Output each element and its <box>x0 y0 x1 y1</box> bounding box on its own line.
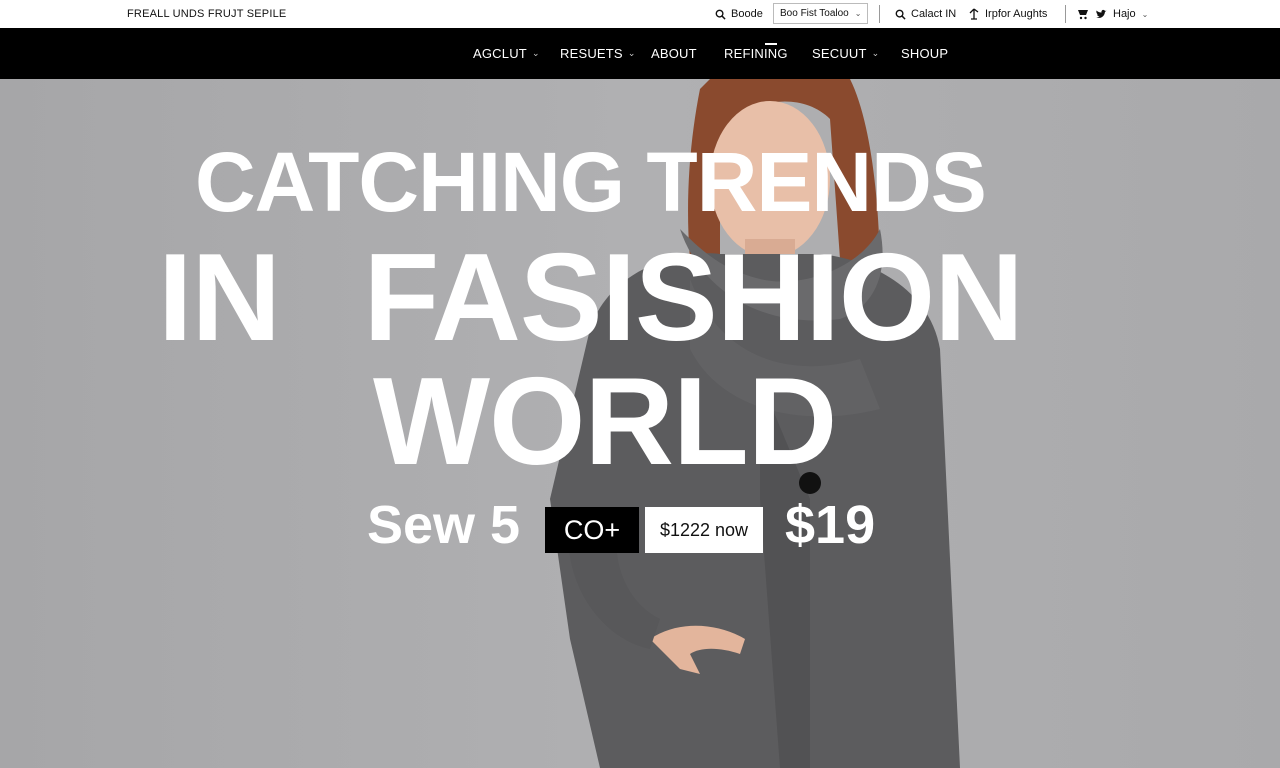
nav-item-about[interactable]: ABOUT <box>651 28 697 79</box>
utility-bar: FREALL UNDS FRUJT SEPILE Boode Boo Fist … <box>0 0 1280 28</box>
twitter-icon <box>1095 9 1107 20</box>
search-link[interactable]: Boode <box>715 0 763 28</box>
chevron-down-icon: ⌄ <box>854 9 862 18</box>
broadcast-icon <box>968 8 980 20</box>
main-nav: AGCLUT ⌄ RESUETS ⌄ ABOUT REFINING SECUUT… <box>0 28 1280 79</box>
nav-item-refining[interactable]: REFINING <box>724 28 788 79</box>
contact-link[interactable]: Calact IN <box>895 0 956 28</box>
search-icon <box>715 9 726 20</box>
nav-item-shoup[interactable]: SHOUP <box>901 28 948 79</box>
help-label: Hajo <box>1113 8 1136 20</box>
shop-now-button[interactable]: $1222 now <box>645 507 763 553</box>
chevron-down-icon: ⌄ <box>1141 9 1149 19</box>
nav-item-label: SHOUP <box>901 46 949 61</box>
promo-tag[interactable]: CO+ <box>545 507 639 553</box>
hero-title-line-3: WORLD <box>373 353 837 491</box>
import-link[interactable]: Irpfor Aughts <box>968 0 1047 28</box>
import-label: Irpfor Aughts <box>985 8 1048 20</box>
chevron-down-icon: ⌄ <box>871 48 880 58</box>
hero-banner: CATCHING TRENDS IN FASISHION WORLD Sew 5… <box>0 79 1280 768</box>
search-label: Boode <box>731 8 763 20</box>
hero-title-line-2: IN FASISHION <box>158 229 1024 367</box>
chevron-down-icon: ⌄ <box>531 48 540 58</box>
promo-price: $19 <box>785 495 876 555</box>
nav-item-label: AGCLUT <box>473 46 527 61</box>
nav-item-label: RESUETS <box>560 46 623 61</box>
site-brand[interactable]: FREALL UNDS FRUJT SEPILE <box>127 8 286 20</box>
nav-item-resuets[interactable]: RESUETS ⌄ <box>560 28 636 79</box>
search-icon <box>895 9 906 20</box>
nav-item-secuut[interactable]: SECUUT ⌄ <box>812 28 879 79</box>
help-menu[interactable]: Hajo ⌄ <box>1077 0 1148 28</box>
divider <box>1065 5 1066 23</box>
contact-label: Calact IN <box>911 8 957 20</box>
cart-icon <box>1077 8 1089 20</box>
chevron-down-icon: ⌄ <box>627 48 636 58</box>
store-select-value: Boo Fist Toaloo <box>780 8 849 19</box>
nav-item-label: ABOUT <box>651 46 697 61</box>
store-select[interactable]: Boo Fist Toaloo ⌄ <box>773 3 869 24</box>
nav-item-label: REFINING <box>724 46 788 61</box>
divider <box>879 5 880 23</box>
nav-item-label: SECUUT <box>812 46 867 61</box>
hero-title-line-1: CATCHING TRENDS <box>195 135 987 229</box>
nav-item-agclut[interactable]: AGCLUT ⌄ <box>473 28 540 79</box>
promo-text: Sew 5 <box>367 495 521 555</box>
active-indicator <box>765 43 777 45</box>
